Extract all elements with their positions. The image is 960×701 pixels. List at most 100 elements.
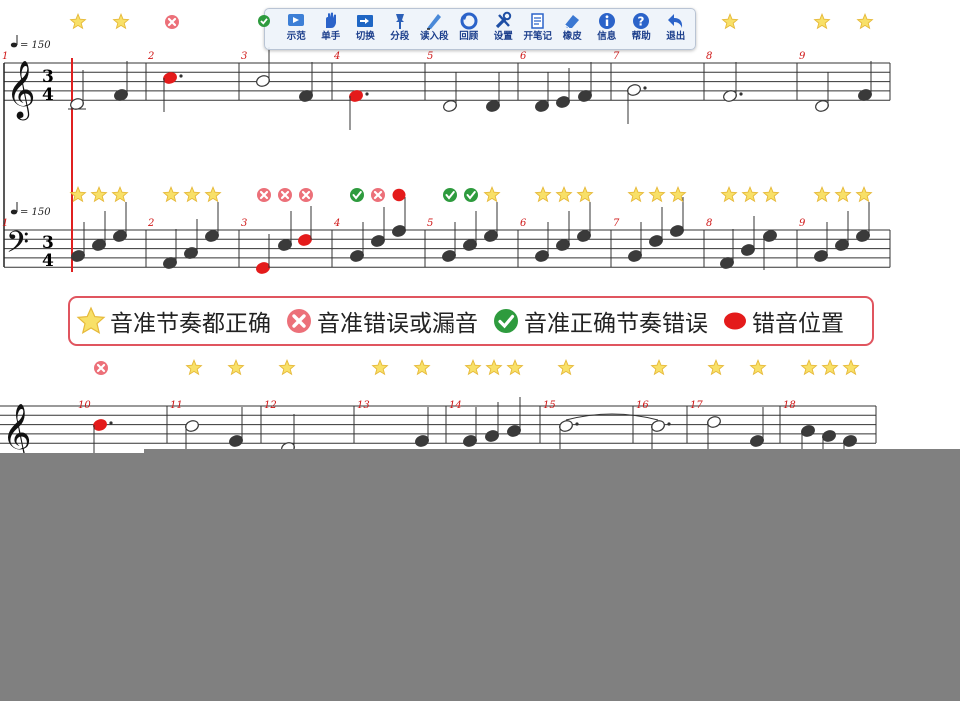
toolbar-button-label: 切换 (355, 31, 375, 42)
note (628, 222, 642, 262)
toolbar-button-label: 开笔记 (523, 31, 552, 42)
toolbar-demo-button[interactable]: 示范 (279, 9, 314, 49)
toolbar-exit-arrow-button[interactable]: 退出 (659, 9, 694, 49)
gray-overlay (0, 461, 960, 701)
toolbar-button-label: 回顾 (459, 31, 479, 42)
staff-lines (0, 58, 891, 444)
star-icon (856, 12, 874, 30)
legend-label: 音准节奏都正确 (110, 311, 271, 337)
measure-number: 7 (613, 51, 620, 62)
note (763, 230, 777, 270)
toolbar-help-button[interactable]: ? 帮助 (624, 9, 659, 49)
tempo-note-icon (10, 209, 18, 215)
note (350, 222, 364, 262)
toolbar-settings-tools-button[interactable]: 设置 (486, 9, 521, 49)
star-icon (720, 185, 738, 203)
settings-tools-icon (496, 11, 512, 29)
note (392, 197, 406, 237)
measure-number: 15 (543, 400, 556, 411)
note (229, 407, 243, 447)
star-icon (821, 358, 839, 376)
note (627, 84, 647, 124)
star-icon (111, 185, 129, 203)
info-icon (598, 13, 615, 29)
measure-number: 9 (799, 218, 806, 229)
legend-item-wrong: 音准错误或漏音 (285, 304, 478, 338)
note (814, 222, 828, 262)
toolbar-review-button[interactable]: 回顾 (452, 9, 487, 49)
switch-icon (357, 15, 374, 27)
time-sig-treble-bottom: 4 (42, 85, 54, 105)
time-sig-bass-bottom: 4 (42, 251, 54, 271)
measure-number: 14 (449, 400, 462, 411)
star-icon (555, 185, 573, 203)
load-segment-icon (427, 14, 442, 30)
segment-pin-icon (395, 14, 404, 29)
toolbar-note-pen-button[interactable]: 开笔记 (521, 9, 556, 49)
red-dot-icon (724, 312, 746, 330)
note (299, 62, 313, 102)
star-icon (90, 185, 108, 203)
star-icon (464, 358, 482, 376)
measure-number: 1 (2, 51, 8, 62)
single-hand-icon (325, 12, 336, 28)
star-icon (842, 358, 860, 376)
toolbar-button-label: 分段 (390, 31, 410, 42)
star-icon (371, 358, 389, 376)
note (486, 72, 500, 112)
note (670, 197, 684, 237)
star-icon (650, 358, 668, 376)
note (415, 407, 429, 447)
toolbar-info-button[interactable]: 信息 (590, 9, 625, 49)
measure-number: 6 (520, 218, 527, 229)
toolbar-eraser-button[interactable]: 橡皮 (555, 9, 590, 49)
review-icon (460, 12, 478, 30)
star-icon (69, 12, 87, 30)
measure-number: 11 (170, 400, 183, 411)
red-dot-icon (392, 188, 406, 202)
measure-number: 10 (78, 400, 91, 411)
toolbar-button-label: 信息 (597, 31, 617, 42)
star-icon (227, 358, 245, 376)
help-icon: ? (633, 13, 650, 29)
toolbar-single-hand-button[interactable]: 单手 (314, 9, 349, 49)
toolbar: 示范 单手 切换 分段 读入段 回顾 设置 开笔记 橡皮 信息? 帮助 退出 (258, 8, 696, 50)
toolbar-switch-button[interactable]: 切换 (348, 9, 383, 49)
measure-number: 1 (2, 218, 8, 229)
toolbar-button-label: 单手 (321, 31, 341, 42)
toolbar-button-label: 读入段 (419, 31, 449, 42)
note (577, 202, 591, 242)
note (463, 407, 477, 447)
note (720, 229, 734, 269)
note (556, 68, 570, 108)
star-icon (800, 358, 818, 376)
cross-icon (299, 188, 313, 202)
note (750, 407, 764, 447)
star-icon (534, 185, 552, 203)
star-icon (557, 358, 575, 376)
toolbar-segment-pin-button[interactable]: 分段 (383, 9, 418, 49)
star-icon (162, 185, 180, 203)
note-pen-icon (531, 13, 544, 29)
note (92, 211, 106, 251)
measure-number: 17 (690, 400, 703, 411)
note (163, 229, 177, 269)
legend-label: 错音位置 (752, 311, 844, 337)
star-icon (76, 306, 106, 335)
measure-number: 12 (264, 400, 277, 411)
clefs: 𝄞𝄢𝄞 (2, 35, 36, 464)
measure-number: 4 (333, 218, 340, 229)
cross-icon (371, 188, 385, 202)
tempo-note-icon (10, 42, 18, 48)
measure-number: 18 (783, 400, 796, 411)
toolbar-button-label: 帮助 (631, 31, 651, 42)
cross-icon (165, 15, 179, 29)
wrong-note (163, 72, 183, 112)
measure-number: 4 (333, 51, 340, 62)
treble-clef-icon: 𝄞 (6, 60, 36, 121)
toolbar-load-segment-button[interactable]: 读入段 (417, 9, 452, 49)
measure-number: 13 (357, 400, 370, 411)
note (741, 216, 755, 256)
cross-icon (257, 188, 271, 202)
note (815, 72, 829, 112)
